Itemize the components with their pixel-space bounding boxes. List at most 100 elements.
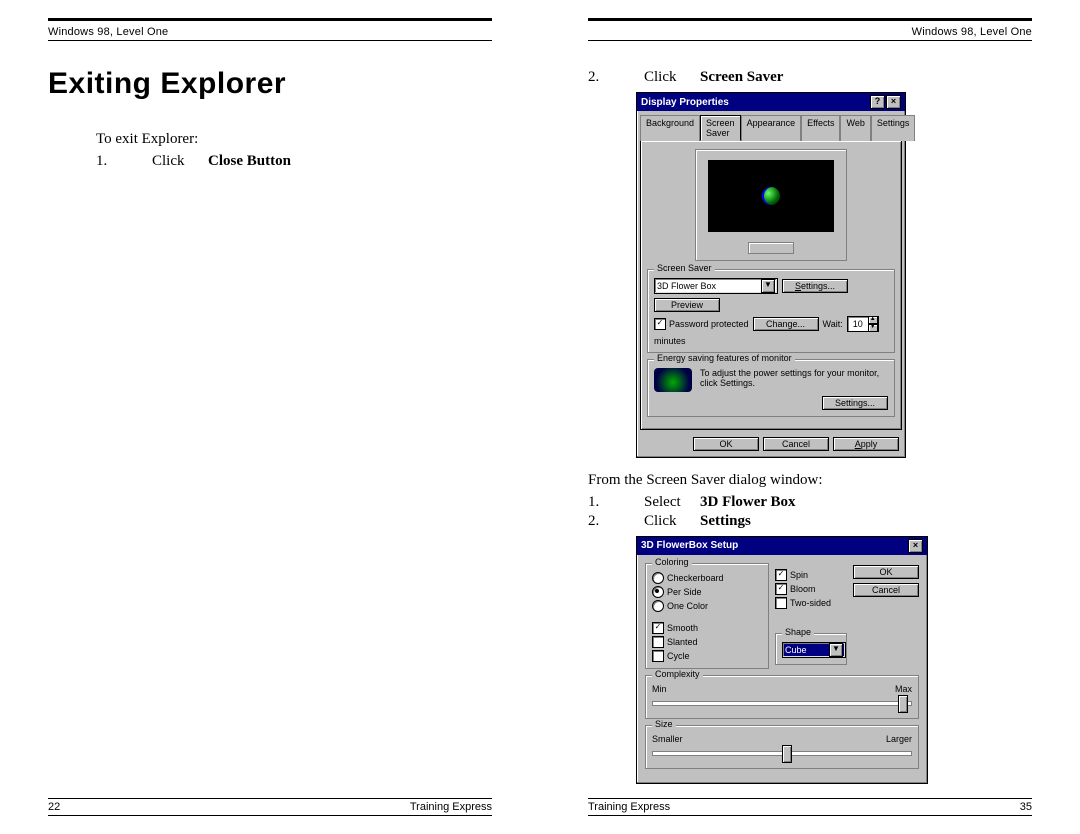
wait-unit: minutes <box>654 336 686 346</box>
slider-max-label: Max <box>895 684 912 694</box>
group-size: Size Smaller Larger <box>645 725 919 769</box>
settings-button[interactable]: Settings... <box>782 279 848 293</box>
energy-settings-button[interactable]: Settings... <box>822 396 888 410</box>
flowerbox-setup-dialog: 3D FlowerBox Setup × Coloring Checkerboa… <box>636 536 928 784</box>
ok-button[interactable]: OK <box>853 565 919 579</box>
group-title: Coloring <box>652 557 692 567</box>
step-number: 1. <box>588 494 644 511</box>
chevron-down-icon[interactable]: ▼ <box>829 643 843 657</box>
step-row: 2. Click Screen Saver <box>588 69 1032 86</box>
monitor-screen <box>708 160 834 232</box>
step-target: 3D Flower Box <box>700 494 796 511</box>
chk-spin[interactable]: ✓Spin <box>775 569 847 581</box>
footer-brand: Training Express <box>588 801 670 813</box>
close-icon[interactable]: × <box>886 95 901 109</box>
screensaver-preview-monitor <box>695 149 847 261</box>
header-right: Windows 98, Level One <box>912 26 1032 38</box>
footer-page-number: 22 <box>48 801 60 813</box>
spin-down-icon[interactable]: ▼ <box>868 324 878 332</box>
chevron-down-icon[interactable]: ▼ <box>761 279 775 293</box>
figure-flowerbox-setup: 3D FlowerBox Setup × Coloring Checkerboa… <box>636 536 1032 784</box>
flowerbox-icon <box>762 187 780 205</box>
spin-up-icon[interactable]: ▲ <box>868 316 878 324</box>
complexity-slider[interactable] <box>652 694 912 712</box>
dialog-titlebar[interactable]: Display Properties ? × <box>637 93 905 111</box>
step-number: 1. <box>96 153 152 170</box>
tab-body: Screen Saver 3D Flower Box ▼ Settings...… <box>640 140 902 430</box>
chk-slanted[interactable]: Slanted <box>652 636 762 648</box>
group-coloring: Coloring Checkerboard Per Side One Color… <box>645 563 769 669</box>
password-checkbox[interactable]: ✓Password protected <box>654 318 749 330</box>
step-verb: Click <box>644 513 700 530</box>
combo-value: Cube <box>785 645 807 655</box>
chk-bloom[interactable]: ✓Bloom <box>775 583 847 595</box>
step-verb: Click <box>644 69 700 86</box>
group-title: Screen Saver <box>654 263 715 273</box>
rule <box>588 18 1032 21</box>
rule <box>48 18 492 21</box>
mid-text: From the Screen Saver dialog window: <box>588 470 1032 492</box>
slider-max-label: Larger <box>886 734 912 744</box>
step-target: Screen Saver <box>700 69 783 86</box>
tab-appearance[interactable]: Appearance <box>741 115 802 141</box>
step-number: 2. <box>588 69 644 86</box>
slider-min-label: Smaller <box>652 734 683 744</box>
step-number: 2. <box>588 513 644 530</box>
header-left: Windows 98, Level One <box>48 26 168 38</box>
apply-button[interactable]: Apply <box>833 437 899 451</box>
footer-page-number: 35 <box>1020 801 1032 813</box>
radio-perside[interactable]: Per Side <box>652 586 762 598</box>
ok-button[interactable]: OK <box>693 437 759 451</box>
step-verb: Select <box>644 494 700 511</box>
cancel-button[interactable]: Cancel <box>853 583 919 597</box>
energystar-icon <box>654 368 692 392</box>
energy-text: To adjust the power settings for your mo… <box>700 368 888 378</box>
checkbox-label: Password protected <box>669 319 749 329</box>
change-button[interactable]: Change... <box>753 317 819 331</box>
screensaver-combo[interactable]: 3D Flower Box ▼ <box>654 278 778 294</box>
wait-value: 10 <box>848 319 868 329</box>
dialog-button-row: OK Cancel Apply <box>637 433 905 457</box>
radio-onecolor[interactable]: One Color <box>652 600 762 612</box>
chk-smooth[interactable]: ✓Smooth <box>652 622 762 634</box>
step-row: 1. Select 3D Flower Box <box>588 494 1032 511</box>
size-slider[interactable] <box>652 744 912 762</box>
radio-checkerboard[interactable]: Checkerboard <box>652 572 762 584</box>
preview-button[interactable]: Preview <box>654 298 720 312</box>
chk-twosided[interactable]: Two-sided <box>775 597 847 609</box>
step-target: Close Button <box>208 153 291 170</box>
page-right: Windows 98, Level One 2. Click Screen Sa… <box>540 0 1080 834</box>
dialog-title: 3D FlowerBox Setup <box>641 540 738 551</box>
content-right: 2. Click Screen Saver Display Properties… <box>588 41 1032 798</box>
cancel-button[interactable]: Cancel <box>763 437 829 451</box>
display-properties-dialog: Display Properties ? × Background Screen… <box>636 92 906 458</box>
close-icon[interactable]: × <box>908 539 923 553</box>
wait-label: Wait: <box>823 319 843 329</box>
help-icon[interactable]: ? <box>870 95 885 109</box>
chk-cycle[interactable]: Cycle <box>652 650 762 662</box>
wait-spinner[interactable]: 10 ▲▼ <box>847 316 879 332</box>
tab-web[interactable]: Web <box>840 115 870 141</box>
rule <box>588 798 1032 799</box>
dialog-title: Display Properties <box>641 97 729 108</box>
group-title: Energy saving features of monitor <box>654 353 795 363</box>
tab-effects[interactable]: Effects <box>801 115 840 141</box>
group-shape: Shape Cube ▼ <box>775 633 847 665</box>
rule <box>588 815 1032 816</box>
group-title: Complexity <box>652 669 703 679</box>
footer-brand: Training Express <box>410 801 492 813</box>
monitor-stand <box>748 242 794 254</box>
step-row: 2. Click Settings <box>588 513 1032 530</box>
group-screensaver: Screen Saver 3D Flower Box ▼ Settings...… <box>647 269 895 353</box>
page-left: Windows 98, Level One Exiting Explorer T… <box>0 0 540 834</box>
tab-settings[interactable]: Settings <box>871 115 916 141</box>
energy-text: click Settings. <box>700 378 888 388</box>
tab-background[interactable]: Background <box>640 115 700 141</box>
dialog-titlebar[interactable]: 3D FlowerBox Setup × <box>637 537 927 555</box>
step-verb: Click <box>152 153 208 170</box>
shape-combo[interactable]: Cube ▼ <box>782 642 846 658</box>
rule <box>48 798 492 799</box>
figure-display-properties: Display Properties ? × Background Screen… <box>636 92 1032 458</box>
group-energy: Energy saving features of monitor To adj… <box>647 359 895 417</box>
tab-screen-saver[interactable]: Screen Saver <box>700 115 741 141</box>
